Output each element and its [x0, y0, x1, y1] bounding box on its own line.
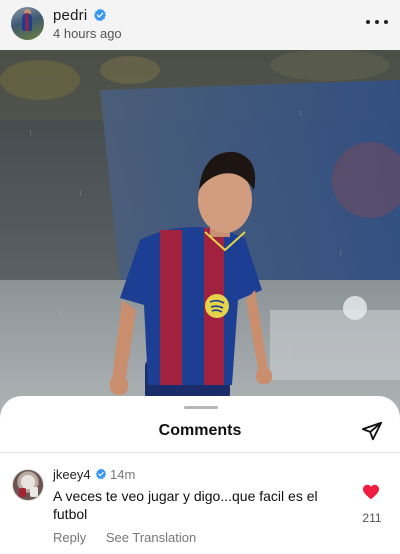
commenter-avatar[interactable]	[12, 469, 44, 501]
football-player-photo	[0, 50, 400, 450]
sheet-divider	[0, 452, 400, 453]
like-count: 211	[362, 511, 382, 525]
post-timestamp: 4 hours ago	[53, 26, 122, 41]
comment-actions: Reply See Translation	[53, 530, 212, 545]
verified-badge-icon	[93, 8, 107, 22]
post-photo[interactable]	[0, 50, 400, 450]
sheet-grabber[interactable]	[184, 406, 218, 409]
comment-username[interactable]: jkeey4	[53, 467, 91, 482]
comment-time: 14m	[110, 467, 136, 482]
post-username[interactable]: pedri	[53, 7, 87, 24]
avatar-body	[22, 13, 32, 31]
profile-avatar[interactable]	[11, 7, 44, 40]
comment-text: A veces te veo jugar y digo...que facil …	[53, 488, 318, 522]
comments-sheet: Comments jkeey4 14m A veces te veo jugar…	[0, 396, 400, 554]
more-options-icon[interactable]	[366, 14, 388, 30]
reply-button[interactable]: Reply	[53, 530, 86, 545]
verified-badge-icon	[95, 468, 107, 480]
heart-icon[interactable]	[362, 484, 380, 500]
see-translation-button[interactable]: See Translation	[106, 530, 196, 545]
comments-title: Comments	[158, 422, 242, 439]
send-icon[interactable]	[360, 420, 384, 442]
post-header: pedri 4 hours ago	[0, 0, 400, 50]
